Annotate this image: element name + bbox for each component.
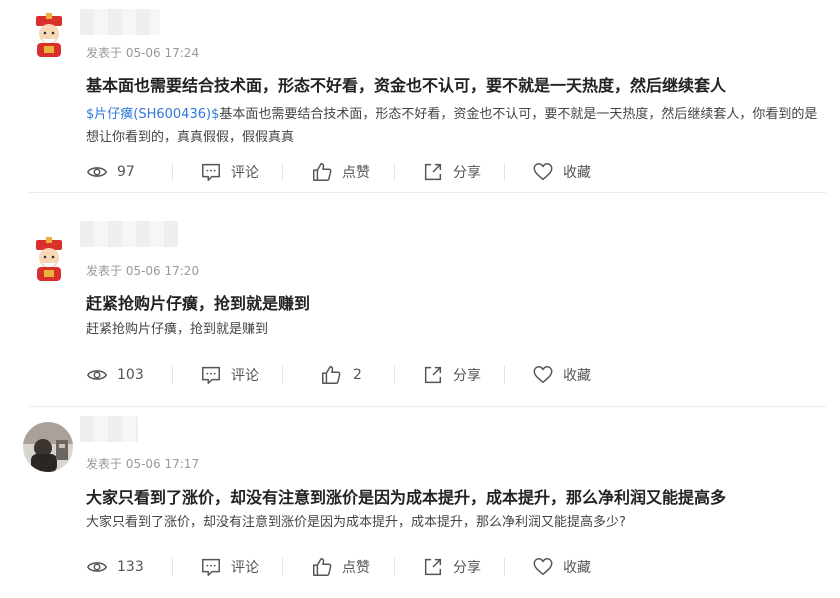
post-time: 发表于 05-06 17:24 <box>86 46 200 60</box>
collect-button[interactable]: 收藏 <box>532 160 591 184</box>
post-actions: 133 评论 点赞 分享 收藏 <box>86 555 826 579</box>
like-label: 点赞 <box>342 560 370 576</box>
share-button[interactable]: 分享 <box>422 363 481 387</box>
like-button[interactable]: 2 <box>320 363 362 387</box>
views-count: 133 <box>86 555 144 579</box>
username-blurred[interactable] <box>80 416 138 442</box>
share-label: 分享 <box>453 368 481 384</box>
collect-button[interactable]: 收藏 <box>532 555 591 579</box>
post-body: 赶紧抢购片仔癀，抢到就是赚到 <box>86 318 826 341</box>
divider <box>504 558 505 576</box>
divider <box>172 163 173 181</box>
post-title[interactable]: 赶紧抢购片仔癀，抢到就是赚到 <box>86 290 310 314</box>
views-value: 103 <box>117 367 144 383</box>
username-blurred[interactable] <box>80 221 178 247</box>
like-button[interactable]: 点赞 <box>311 160 370 184</box>
divider <box>282 558 283 576</box>
comment-icon <box>202 163 220 181</box>
divider <box>282 163 283 181</box>
share-button[interactable]: 分享 <box>422 555 481 579</box>
divider <box>172 558 173 576</box>
comment-label: 评论 <box>231 560 259 576</box>
like-label: 2 <box>353 367 362 383</box>
collect-label: 收藏 <box>563 560 591 576</box>
collect-label: 收藏 <box>563 368 591 384</box>
like-label: 点赞 <box>342 165 370 181</box>
username-blurred[interactable] <box>80 9 160 35</box>
heart-icon <box>533 558 553 576</box>
post-item: 发表于 05-06 17:24 基本面也需要结合技术面，形态不好看，资金也不认可… <box>0 0 840 193</box>
post-body-text: 赶紧抢购片仔癀，抢到就是赚到 <box>86 322 269 337</box>
avatar[interactable] <box>23 422 73 472</box>
post-body-text: 大家只看到了涨价，却没有注意到涨价是因为成本提升，成本提升，那么净利润又能提高多… <box>86 515 626 530</box>
heart-icon <box>533 163 553 181</box>
heart-icon <box>533 366 553 384</box>
divider <box>394 163 395 181</box>
thumbs-up-icon <box>313 558 332 576</box>
views-value: 133 <box>117 559 144 575</box>
divider <box>172 366 173 384</box>
collect-button[interactable]: 收藏 <box>532 363 591 387</box>
post-title[interactable]: 大家只看到了涨价，却没有注意到涨价是因为成本提升，成本提升，那么净利润又能提高多 <box>86 484 726 508</box>
comment-label: 评论 <box>231 165 259 181</box>
comment-button[interactable]: 评论 <box>200 555 259 579</box>
thumbs-up-icon <box>322 366 341 384</box>
post-actions: 97 评论 点赞 分享 收藏 <box>86 160 826 184</box>
post-item: 发表于 05-06 17:20 赶紧抢购片仔癀，抢到就是赚到 赶紧抢购片仔癀，抢… <box>0 212 840 407</box>
views-count: 103 <box>86 363 144 387</box>
comment-icon <box>202 558 220 576</box>
comment-button[interactable]: 评论 <box>200 363 259 387</box>
views-value: 97 <box>117 164 135 180</box>
post-item: 发表于 05-06 17:17 大家只看到了涨价，却没有注意到涨价是因为成本提升… <box>0 405 840 598</box>
share-icon <box>424 558 442 576</box>
divider <box>282 366 283 384</box>
eye-icon <box>87 370 107 380</box>
share-icon <box>424 163 442 181</box>
avatar[interactable] <box>24 10 74 60</box>
comment-button[interactable]: 评论 <box>200 160 259 184</box>
like-button[interactable]: 点赞 <box>311 555 370 579</box>
share-label: 分享 <box>453 165 481 181</box>
divider <box>504 366 505 384</box>
comment-label: 评论 <box>231 368 259 384</box>
post-actions: 103 评论 2 分享 收藏 <box>86 363 826 387</box>
eye-icon <box>87 167 107 177</box>
stock-tag-link[interactable]: $片仔癀(SH600436)$ <box>86 107 219 122</box>
post-time: 发表于 05-06 17:17 <box>86 457 200 471</box>
thumbs-up-icon <box>313 163 332 181</box>
post-title[interactable]: 基本面也需要结合技术面，形态不好看，资金也不认可，要不就是一天热度，然后继续套人 <box>86 72 726 96</box>
post-time: 发表于 05-06 17:20 <box>86 264 200 278</box>
post-body: $片仔癀(SH600436)$基本面也需要结合技术面，形态不好看，资金也不认可，… <box>86 103 826 149</box>
post-body: 大家只看到了涨价，却没有注意到涨价是因为成本提升，成本提升，那么净利润又能提高多… <box>86 511 826 534</box>
share-icon <box>424 366 442 384</box>
comment-icon <box>202 366 220 384</box>
views-count: 97 <box>86 160 135 184</box>
share-label: 分享 <box>453 560 481 576</box>
collect-label: 收藏 <box>563 165 591 181</box>
post-divider <box>28 192 826 193</box>
eye-icon <box>87 562 107 572</box>
divider <box>394 366 395 384</box>
share-button[interactable]: 分享 <box>422 160 481 184</box>
avatar[interactable] <box>24 234 74 284</box>
divider <box>394 558 395 576</box>
divider <box>504 163 505 181</box>
